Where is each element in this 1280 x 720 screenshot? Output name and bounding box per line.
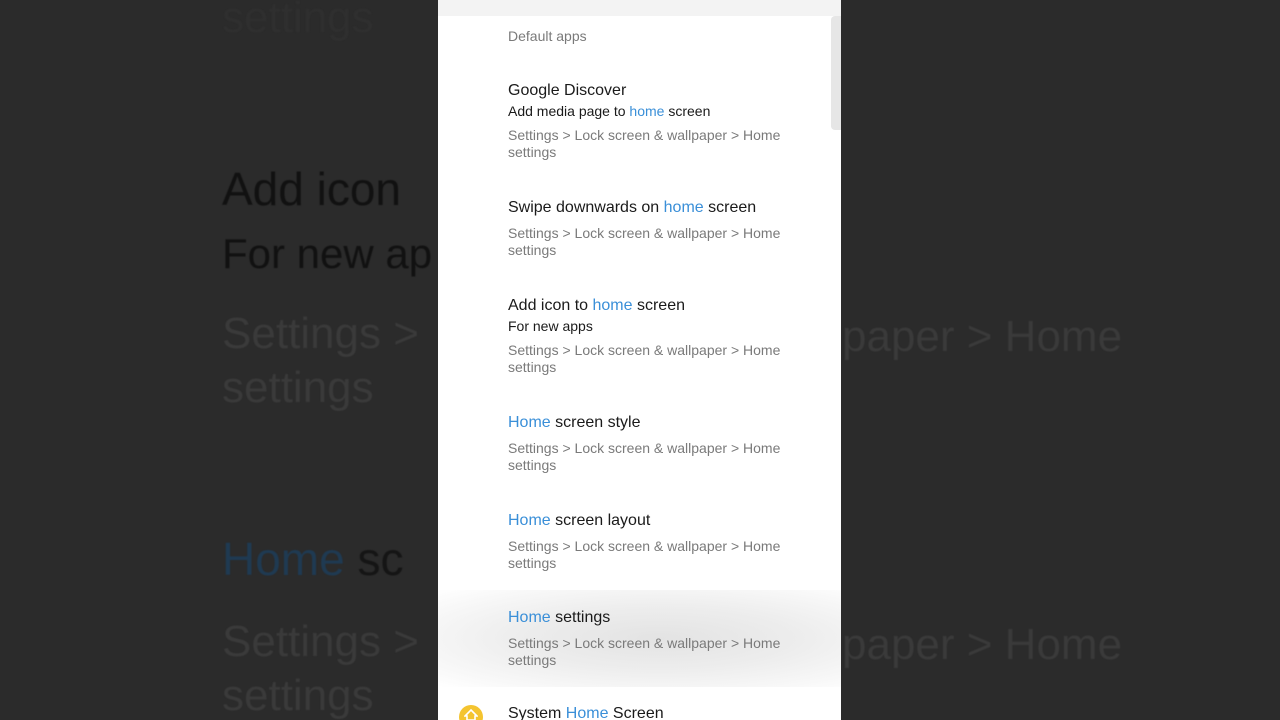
bg-text-for-new-apps: For new ap [222, 230, 433, 277]
title-text: screen [632, 297, 685, 314]
result-path: Settings > Lock screen & wallpaper > Hom… [508, 342, 781, 375]
result-title: Add icon to home screen [508, 296, 828, 316]
title-text: screen style [550, 414, 641, 431]
bg-text-path-right-2: paper > Home [842, 620, 1123, 669]
scrollbar-thumb[interactable] [831, 16, 841, 130]
title-text: screen layout [550, 512, 651, 529]
bg-text-path-right-1: paper > Home [842, 312, 1123, 361]
result-google-discover[interactable]: Google Discover Add media page to home s… [508, 81, 828, 161]
bg-text-home-hl: Home [222, 533, 345, 585]
result-title: Home screen style [508, 413, 828, 433]
result-system-home-screen[interactable]: System Home Screen [508, 704, 828, 720]
bg-text-settings-top: settings [222, 0, 374, 42]
title-highlight: Home [508, 414, 551, 431]
result-path: Settings > Lock screen & wallpaper > Hom… [508, 440, 781, 473]
title-highlight: home [592, 297, 633, 314]
bg-text-settings-word-1: settings [222, 363, 374, 412]
result-title: Swipe downwards on home screen [508, 198, 828, 218]
title-text: Swipe downwards on [508, 199, 664, 216]
result-home-screen-layout[interactable]: Home screen layout Settings > Lock scree… [508, 511, 828, 572]
title-highlight: Home [508, 512, 551, 529]
home-app-icon [459, 705, 483, 720]
result-swipe-downwards[interactable]: Swipe downwards on home screen Settings … [508, 198, 828, 259]
settings-search-results-screen: Default apps Google Discover Add media p… [438, 0, 841, 720]
result-home-screen-style[interactable]: Home screen style Settings > Lock screen… [508, 413, 828, 474]
title-text: settings [550, 609, 611, 626]
bg-text-settings-word-2: settings [222, 671, 374, 720]
result-summary: For new apps [508, 318, 593, 334]
result-title: Home settings [508, 608, 828, 628]
bg-text-settings-path-2: Settings > [222, 617, 419, 666]
result-default-apps[interactable]: Default apps [508, 28, 828, 45]
result-path: Settings > Lock screen & wallpaper > Hom… [508, 225, 781, 258]
result-path: Default apps [508, 28, 587, 44]
result-path: Settings > Lock screen & wallpaper > Hom… [508, 635, 781, 668]
result-summary: Add media page to home screen [508, 102, 828, 120]
title-text: System [508, 705, 566, 720]
home-icon [464, 709, 478, 720]
result-home-settings[interactable]: Home settings Settings > Lock screen & w… [508, 608, 828, 669]
result-title: Home screen layout [508, 511, 828, 531]
title-highlight: Home [508, 609, 551, 626]
title-highlight: Home [565, 705, 609, 720]
title-highlight: home [663, 199, 704, 216]
result-title: System Home Screen [508, 704, 828, 720]
summary-text: Add media page to [508, 103, 630, 119]
result-title: Google Discover [508, 82, 627, 99]
title-text: Screen [608, 705, 664, 720]
bg-text-home-rest: sc [344, 533, 404, 585]
search-bar-strip [438, 0, 841, 16]
summary-highlight: home [629, 103, 665, 119]
bg-text-add-icon: Add icon [222, 163, 402, 215]
title-text: screen [703, 199, 757, 216]
bg-text-settings-path-1: Settings > [222, 309, 419, 358]
title-text: Add icon to [508, 297, 593, 314]
bg-text-home-screen: Home sc [222, 536, 404, 582]
result-path: Settings > Lock screen & wallpaper > Hom… [508, 127, 781, 160]
result-add-icon[interactable]: Add icon to home screen For new apps Set… [508, 296, 828, 376]
result-path: Settings > Lock screen & wallpaper > Hom… [508, 538, 781, 571]
summary-text: screen [664, 103, 711, 119]
